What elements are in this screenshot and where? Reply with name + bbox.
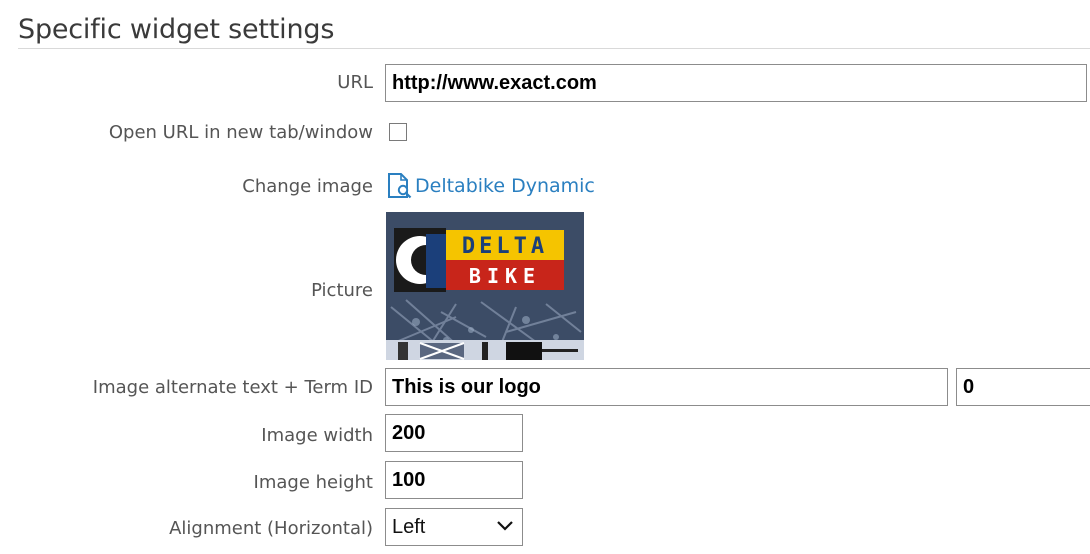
change-image-link-text: Deltabike Dynamic (415, 175, 595, 197)
alignment-select[interactable]: Left (385, 508, 523, 546)
change-image-link[interactable]: Deltabike Dynamic (386, 172, 595, 200)
open-new-tab-checkbox[interactable] (389, 123, 407, 141)
alignment-label: Alignment (Horizontal) (169, 518, 373, 539)
image-width-input[interactable]: 200 (385, 414, 523, 452)
alt-text-label: Image alternate text + Term ID (92, 377, 373, 398)
document-search-icon (388, 173, 412, 199)
term-id-input[interactable]: 0 (956, 368, 1090, 406)
url-label: URL (337, 72, 373, 93)
deltabike-logo: DELTA BIKE (386, 212, 584, 360)
chevron-down-icon (497, 521, 513, 531)
url-input[interactable]: http://www.exact.com (385, 64, 1087, 102)
picture-preview: DELTA BIKE (386, 212, 584, 360)
alt-text-input[interactable]: This is our logo (385, 368, 948, 406)
image-height-label: Image height (253, 472, 373, 493)
picture-label: Picture (311, 280, 373, 301)
image-width-label: Image width (261, 425, 373, 446)
image-height-input[interactable]: 100 (385, 461, 523, 499)
logo-text-top: DELTA (462, 234, 548, 259)
section-title: Specific widget settings (18, 14, 1090, 49)
change-image-label: Change image (242, 176, 373, 197)
alignment-select-value: Left (392, 516, 426, 538)
logo-text-bottom: BIKE (469, 264, 541, 288)
open-new-tab-label: Open URL in new tab/window (108, 122, 373, 143)
